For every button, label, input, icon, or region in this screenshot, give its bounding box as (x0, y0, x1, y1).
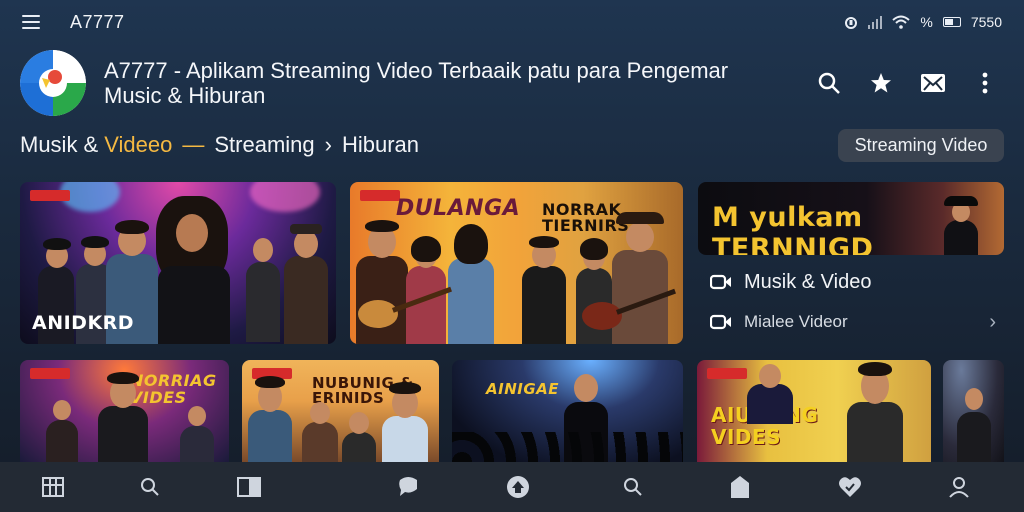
card-title: DULANGA (396, 196, 521, 221)
guitar-icon (358, 286, 452, 328)
breadcrumb-item-musik[interactable]: Musik & (20, 132, 98, 158)
crowd (452, 432, 683, 462)
more-icon[interactable] (972, 70, 998, 96)
app-title: A7777 - Aplikam Streaming Video Terbaaik… (104, 58, 729, 108)
stage-light (250, 182, 320, 212)
live-badge (30, 368, 70, 379)
search-icon[interactable] (620, 474, 646, 500)
favorites-icon[interactable] (837, 474, 863, 500)
live-badge (707, 368, 747, 379)
video-card[interactable]: ANIDKRD (20, 182, 336, 344)
chevron-right-icon[interactable]: › (989, 311, 996, 334)
breadcrumb-dash: — (182, 132, 205, 157)
video-link-icon (710, 314, 731, 330)
battery-icon (942, 17, 961, 27)
video-card[interactable]: DULANGA NORRAK TIERNIRS (350, 182, 683, 344)
alarm-icon (845, 17, 858, 29)
home-icon[interactable] (505, 474, 531, 500)
header-actions (816, 70, 1004, 96)
live-badge (360, 190, 400, 201)
feature-item-label: Mialee Videor (744, 312, 848, 331)
message-icon[interactable] (920, 70, 946, 96)
search-icon[interactable] (137, 474, 163, 500)
library-icon[interactable] (727, 474, 753, 500)
bottom-navigation (0, 462, 1024, 512)
feature-item-musik-video[interactable]: Musik & Video (698, 262, 1004, 302)
status-time: 7550 (970, 14, 1002, 30)
video-card[interactable]: AINIGAE (452, 360, 683, 462)
profile-icon[interactable] (946, 474, 972, 500)
status-indicators: % 7550 (844, 14, 1002, 30)
video-icon[interactable] (236, 474, 262, 500)
video-card[interactable] (943, 360, 1004, 462)
grid-icon[interactable] (40, 474, 66, 500)
app-header: A7777 - Aplikam Streaming Video Terbaaik… (20, 48, 1004, 118)
search-icon[interactable] (816, 70, 842, 96)
breadcrumb-item-video[interactable]: Videeo (104, 132, 172, 158)
battery-percent: % (920, 14, 933, 30)
card-title: AINIGAE (486, 380, 559, 398)
signal-icon (868, 15, 883, 29)
feature-list: Musik & Video Mialee Videor › (698, 262, 1004, 342)
hamburger-menu-icon[interactable] (22, 15, 40, 29)
feature-item-label: Musik & Video (744, 270, 872, 293)
video-link-icon (710, 274, 731, 290)
card-title: NORRIAG VIDES (130, 371, 217, 407)
video-card[interactable]: NORRIAG VIDES (20, 360, 229, 462)
app-logo (20, 50, 86, 116)
card-title: ANIDKRD (32, 312, 135, 334)
breadcrumb-item-hiburan[interactable]: Hiburan (342, 132, 419, 158)
video-card[interactable]: NUBUNIG & ERINIDS (242, 360, 439, 462)
streaming-video-chip[interactable]: Streaming Video (838, 129, 1004, 162)
breadcrumb: Musik & Videeo — Streaming › Hiburan (20, 132, 419, 158)
status-title: A7777 (70, 11, 125, 32)
feature-item-mialee-video[interactable]: Mialee Videor › (698, 302, 1004, 342)
video-card[interactable]: AIURUNG VIDES (697, 360, 931, 462)
wifi-icon (892, 15, 911, 29)
status-bar: A7777 % 7550 (0, 0, 1024, 44)
star-icon[interactable] (868, 70, 894, 96)
breadcrumb-item-streaming[interactable]: Streaming (214, 132, 314, 158)
guitar-icon (582, 288, 676, 330)
breadcrumb-arrow-icon: › (324, 132, 332, 157)
featured-banner[interactable]: M yulkam TERNNIGD (698, 182, 1004, 255)
live-badge (30, 190, 70, 201)
chat-icon[interactable] (395, 474, 421, 500)
